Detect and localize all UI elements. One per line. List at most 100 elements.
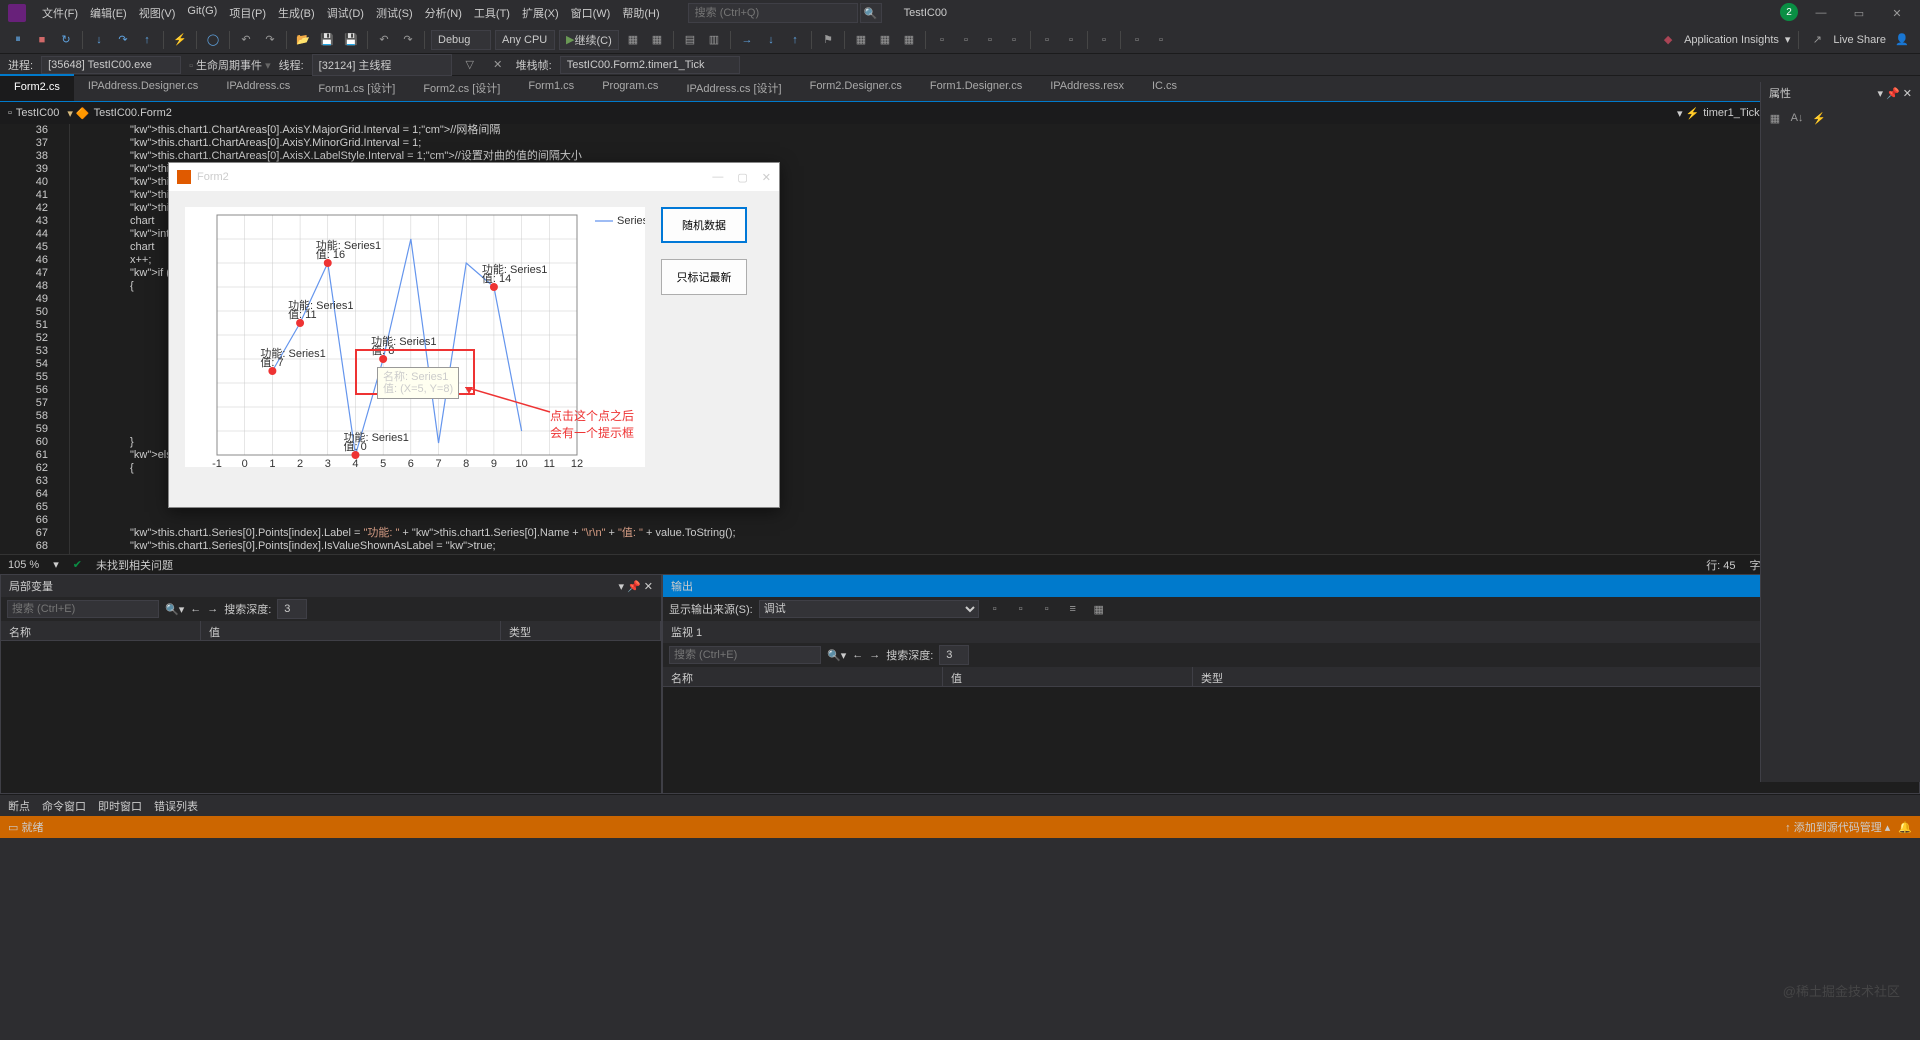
out-wrap-icon[interactable]: ≡: [1063, 599, 1083, 619]
save-icon[interactable]: 💾: [317, 30, 337, 50]
properties-header[interactable]: 属性 ▾📌✕: [1761, 82, 1920, 104]
step2-icon[interactable]: ↓: [761, 30, 781, 50]
insights-icon[interactable]: ◆: [1658, 30, 1678, 50]
restart-icon[interactable]: ↻: [56, 30, 76, 50]
platform-combo[interactable]: Any CPU: [495, 30, 555, 50]
menu-item[interactable]: 编辑(E): [84, 1, 133, 25]
close-icon[interactable]: ✕: [762, 171, 771, 184]
document-tab[interactable]: IC.cs: [1138, 74, 1191, 101]
misc7-icon[interactable]: ▫: [1127, 30, 1147, 50]
user-icon[interactable]: 👤: [1892, 30, 1912, 50]
misc1-icon[interactable]: ▫: [932, 30, 952, 50]
tool2-icon[interactable]: ▦: [647, 30, 667, 50]
redo-icon[interactable]: ↷: [260, 30, 280, 50]
misc5-icon[interactable]: ▫: [1037, 30, 1057, 50]
menu-item[interactable]: 测试(S): [370, 1, 419, 25]
out-icon3[interactable]: ▫: [1037, 599, 1057, 619]
tool3-icon[interactable]: ▤: [680, 30, 700, 50]
menu-item[interactable]: 调试(D): [321, 1, 370, 25]
depth-combo[interactable]: 3: [939, 645, 969, 665]
notifications-badge[interactable]: 2: [1780, 3, 1798, 21]
issues-icon[interactable]: ✔: [73, 558, 82, 571]
col-value[interactable]: 值: [943, 667, 1193, 686]
col-value[interactable]: 值: [201, 621, 501, 640]
process-combo[interactable]: [35648] TestIC00.exe: [41, 56, 181, 74]
document-tab[interactable]: Form1.Designer.cs: [916, 74, 1036, 101]
mark-latest-button[interactable]: 只标记最新: [661, 259, 747, 295]
open-icon[interactable]: 📂: [293, 30, 313, 50]
document-tab[interactable]: Program.cs: [588, 74, 672, 101]
misc2-icon[interactable]: ▫: [956, 30, 976, 50]
pin-icon[interactable]: 📌: [627, 580, 641, 593]
document-tab[interactable]: IPAddress.Designer.cs: [74, 74, 212, 101]
prop-events-icon[interactable]: ⚡: [1809, 108, 1829, 128]
project-crumb[interactable]: ▫ TestIC00: [8, 107, 59, 119]
tool4-icon[interactable]: ▥: [704, 30, 724, 50]
document-tab[interactable]: IPAddress.cs: [212, 74, 304, 101]
liveshare-label[interactable]: Live Share: [1833, 34, 1886, 46]
minimize-icon[interactable]: —: [712, 171, 723, 184]
undo-icon[interactable]: ↶: [236, 30, 256, 50]
out-icon1[interactable]: ▫: [985, 599, 1005, 619]
col-type[interactable]: 类型: [501, 621, 661, 640]
pin-icon[interactable]: 📌: [1886, 87, 1900, 100]
thread-combo[interactable]: [32124] 主线程: [312, 54, 452, 76]
step-over-icon[interactable]: ↷: [113, 30, 133, 50]
col-name[interactable]: 名称: [1, 621, 201, 640]
step1-icon[interactable]: →: [737, 30, 757, 50]
menu-item[interactable]: 生成(B): [272, 1, 321, 25]
locals-body[interactable]: [1, 641, 661, 793]
repo-label[interactable]: ↑ 添加到源代码管理 ▴: [1785, 819, 1890, 835]
misc6-icon[interactable]: ▫: [1061, 30, 1081, 50]
close-icon[interactable]: ✕: [1903, 87, 1912, 100]
document-tab[interactable]: IPAddress.cs [设计]: [672, 74, 795, 101]
col-name[interactable]: 名称: [663, 667, 943, 686]
menu-item[interactable]: 工具(T): [468, 1, 516, 25]
search-icon[interactable]: 🔍▾: [827, 649, 846, 662]
grid1-icon[interactable]: ▦: [851, 30, 871, 50]
close-icon[interactable]: ✕: [644, 580, 653, 593]
zoom-combo[interactable]: 105 %: [8, 559, 39, 571]
document-tab[interactable]: Form1.cs [设计]: [304, 74, 409, 101]
tool-icon[interactable]: ⚡: [170, 30, 190, 50]
maximize-icon[interactable]: ▭: [1844, 3, 1874, 23]
lifecycle-label[interactable]: ▫ 生命周期事件 ▾: [189, 57, 271, 73]
watch-body[interactable]: [663, 687, 1919, 793]
out-clear-icon[interactable]: ▦: [1089, 599, 1109, 619]
redo2-icon[interactable]: ↷: [398, 30, 418, 50]
filter2-icon[interactable]: ✕: [488, 55, 508, 75]
menu-item[interactable]: 窗口(W): [565, 1, 617, 25]
chart-control[interactable]: -10123456789101112功能: Series1值: 7功能: Ser…: [185, 207, 645, 467]
misc4-icon[interactable]: ▫: [1004, 30, 1024, 50]
depth-combo[interactable]: 3: [277, 599, 307, 619]
fold-column[interactable]: [56, 124, 70, 554]
menu-item[interactable]: 视图(V): [133, 1, 182, 25]
menu-item[interactable]: 分析(N): [419, 1, 468, 25]
grid2-icon[interactable]: ▦: [875, 30, 895, 50]
bottom-tab[interactable]: 断点: [8, 798, 30, 814]
dropdown-icon[interactable]: ▾: [619, 580, 625, 593]
random-data-button[interactable]: 随机数据: [661, 207, 747, 243]
stop-icon[interactable]: ■: [32, 30, 52, 50]
flag-icon[interactable]: ⚑: [818, 30, 838, 50]
book-icon[interactable]: ▫: [1094, 30, 1114, 50]
bottom-tab[interactable]: 即时窗口: [98, 798, 142, 814]
misc3-icon[interactable]: ▫: [980, 30, 1000, 50]
bottom-tab[interactable]: 错误列表: [154, 798, 198, 814]
undo2-icon[interactable]: ↶: [374, 30, 394, 50]
tool1-icon[interactable]: ▦: [623, 30, 643, 50]
menu-item[interactable]: 文件(F): [36, 1, 84, 25]
output-src-combo[interactable]: 调试: [759, 600, 979, 618]
pause-icon[interactable]: ⏸: [8, 30, 28, 50]
prop-az-icon[interactable]: A↓: [1787, 108, 1807, 128]
document-tab[interactable]: Form2.cs: [0, 74, 74, 101]
bottom-tab[interactable]: 命令窗口: [42, 798, 86, 814]
document-tab[interactable]: Form2.Designer.cs: [796, 74, 916, 101]
step-out-icon[interactable]: ↑: [137, 30, 157, 50]
minimize-icon[interactable]: —: [1806, 3, 1836, 23]
notif-icon[interactable]: 🔔: [1898, 821, 1912, 834]
global-search-input[interactable]: [688, 3, 858, 23]
maximize-icon[interactable]: ▢: [737, 171, 747, 184]
nav-fwd-icon[interactable]: →: [869, 649, 880, 661]
step-into-icon[interactable]: ↓: [89, 30, 109, 50]
